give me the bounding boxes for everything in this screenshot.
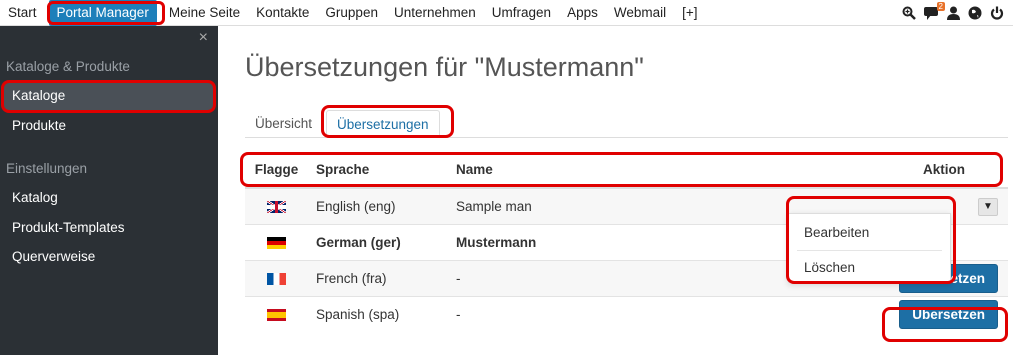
- tab-uebersicht[interactable]: Übersicht: [245, 110, 322, 138]
- nav-item-portal-manager[interactable]: Portal Manager: [48, 0, 157, 26]
- fr-flag-icon: [267, 272, 286, 285]
- table-header-row: Flagge Sprache Name Aktion: [245, 152, 1008, 189]
- chevron-down-icon[interactable]: ▼: [978, 197, 998, 216]
- top-navigation-bar: Start Portal Manager Meine Seite Kontakt…: [0, 0, 1013, 26]
- sidebar-section-kataloge-produkte: Kataloge & Produkte: [6, 59, 130, 74]
- language-cell: English (eng): [308, 187, 448, 224]
- sidebar: × Kataloge & Produkte Kataloge Produkte …: [0, 26, 218, 355]
- sidebar-item-produkt-templates[interactable]: Produkt-Templates: [12, 220, 125, 235]
- sidebar-item-katalog[interactable]: Katalog: [12, 190, 58, 205]
- power-icon[interactable]: [989, 5, 1005, 21]
- page-title: Übersetzungen für "Mustermann": [245, 52, 644, 82]
- nav-item-unternehmen[interactable]: Unternehmen: [386, 0, 484, 26]
- name-cell: Sample man: [448, 187, 702, 224]
- table-row: Spanish (spa) - Übersetzen: [245, 295, 1008, 332]
- action-dropdown-menu: Bearbeiten Löschen: [788, 213, 951, 283]
- nav-item-apps[interactable]: Apps: [559, 0, 606, 26]
- user-icon[interactable]: [945, 5, 961, 21]
- sidebar-item-querverweise[interactable]: Querverweise: [12, 249, 95, 264]
- nav-item-kontakte[interactable]: Kontakte: [248, 0, 317, 26]
- tab-bar: Übersicht Übersetzungen: [245, 110, 1008, 138]
- column-header-sprache: Sprache: [308, 152, 448, 189]
- de-flag-icon: [267, 236, 286, 249]
- language-cell: German (ger): [308, 223, 448, 260]
- nav-item-start[interactable]: Start: [0, 0, 45, 26]
- name-cell: -: [448, 295, 702, 332]
- name-cell: -: [448, 259, 702, 296]
- column-header-flagge: Flagge: [245, 152, 308, 189]
- sidebar-item-produkte[interactable]: Produkte: [12, 118, 66, 133]
- tab-uebersetzungen[interactable]: Übersetzungen: [326, 110, 440, 138]
- top-icons: 2: [901, 0, 1005, 26]
- name-cell: Mustermann: [448, 223, 702, 260]
- notification-badge: 2: [936, 2, 945, 11]
- translate-button[interactable]: Übersetzen: [899, 299, 998, 329]
- dropdown-item-loeschen[interactable]: Löschen: [789, 260, 950, 275]
- sidebar-section-einstellungen: Einstellungen: [6, 161, 88, 176]
- nav-item-umfragen[interactable]: Umfragen: [484, 0, 559, 26]
- language-cell: French (fra): [308, 259, 448, 296]
- chat-icon[interactable]: 2: [923, 2, 945, 21]
- nav-item-add[interactable]: [+]: [674, 0, 705, 26]
- nav-item-webmail[interactable]: Webmail: [606, 0, 674, 26]
- dropdown-item-bearbeiten[interactable]: Bearbeiten: [789, 225, 950, 240]
- nav-item-gruppen[interactable]: Gruppen: [317, 0, 386, 26]
- sidebar-item-kataloge[interactable]: Kataloge: [4, 82, 214, 110]
- language-cell: Spanish (spa): [308, 295, 448, 332]
- column-header-aktion: Aktion: [701, 152, 1008, 189]
- dropdown-divider: [797, 250, 942, 251]
- top-nav-menu: Start Portal Manager Meine Seite Kontakt…: [0, 0, 706, 26]
- nav-item-meine-seite[interactable]: Meine Seite: [161, 0, 248, 26]
- close-icon[interactable]: ×: [199, 29, 208, 47]
- es-flag-icon: [267, 309, 286, 322]
- column-header-name: Name: [448, 152, 702, 189]
- zoom-icon[interactable]: [901, 5, 917, 21]
- uk-flag-icon: [267, 201, 286, 214]
- globe-icon[interactable]: [967, 5, 983, 21]
